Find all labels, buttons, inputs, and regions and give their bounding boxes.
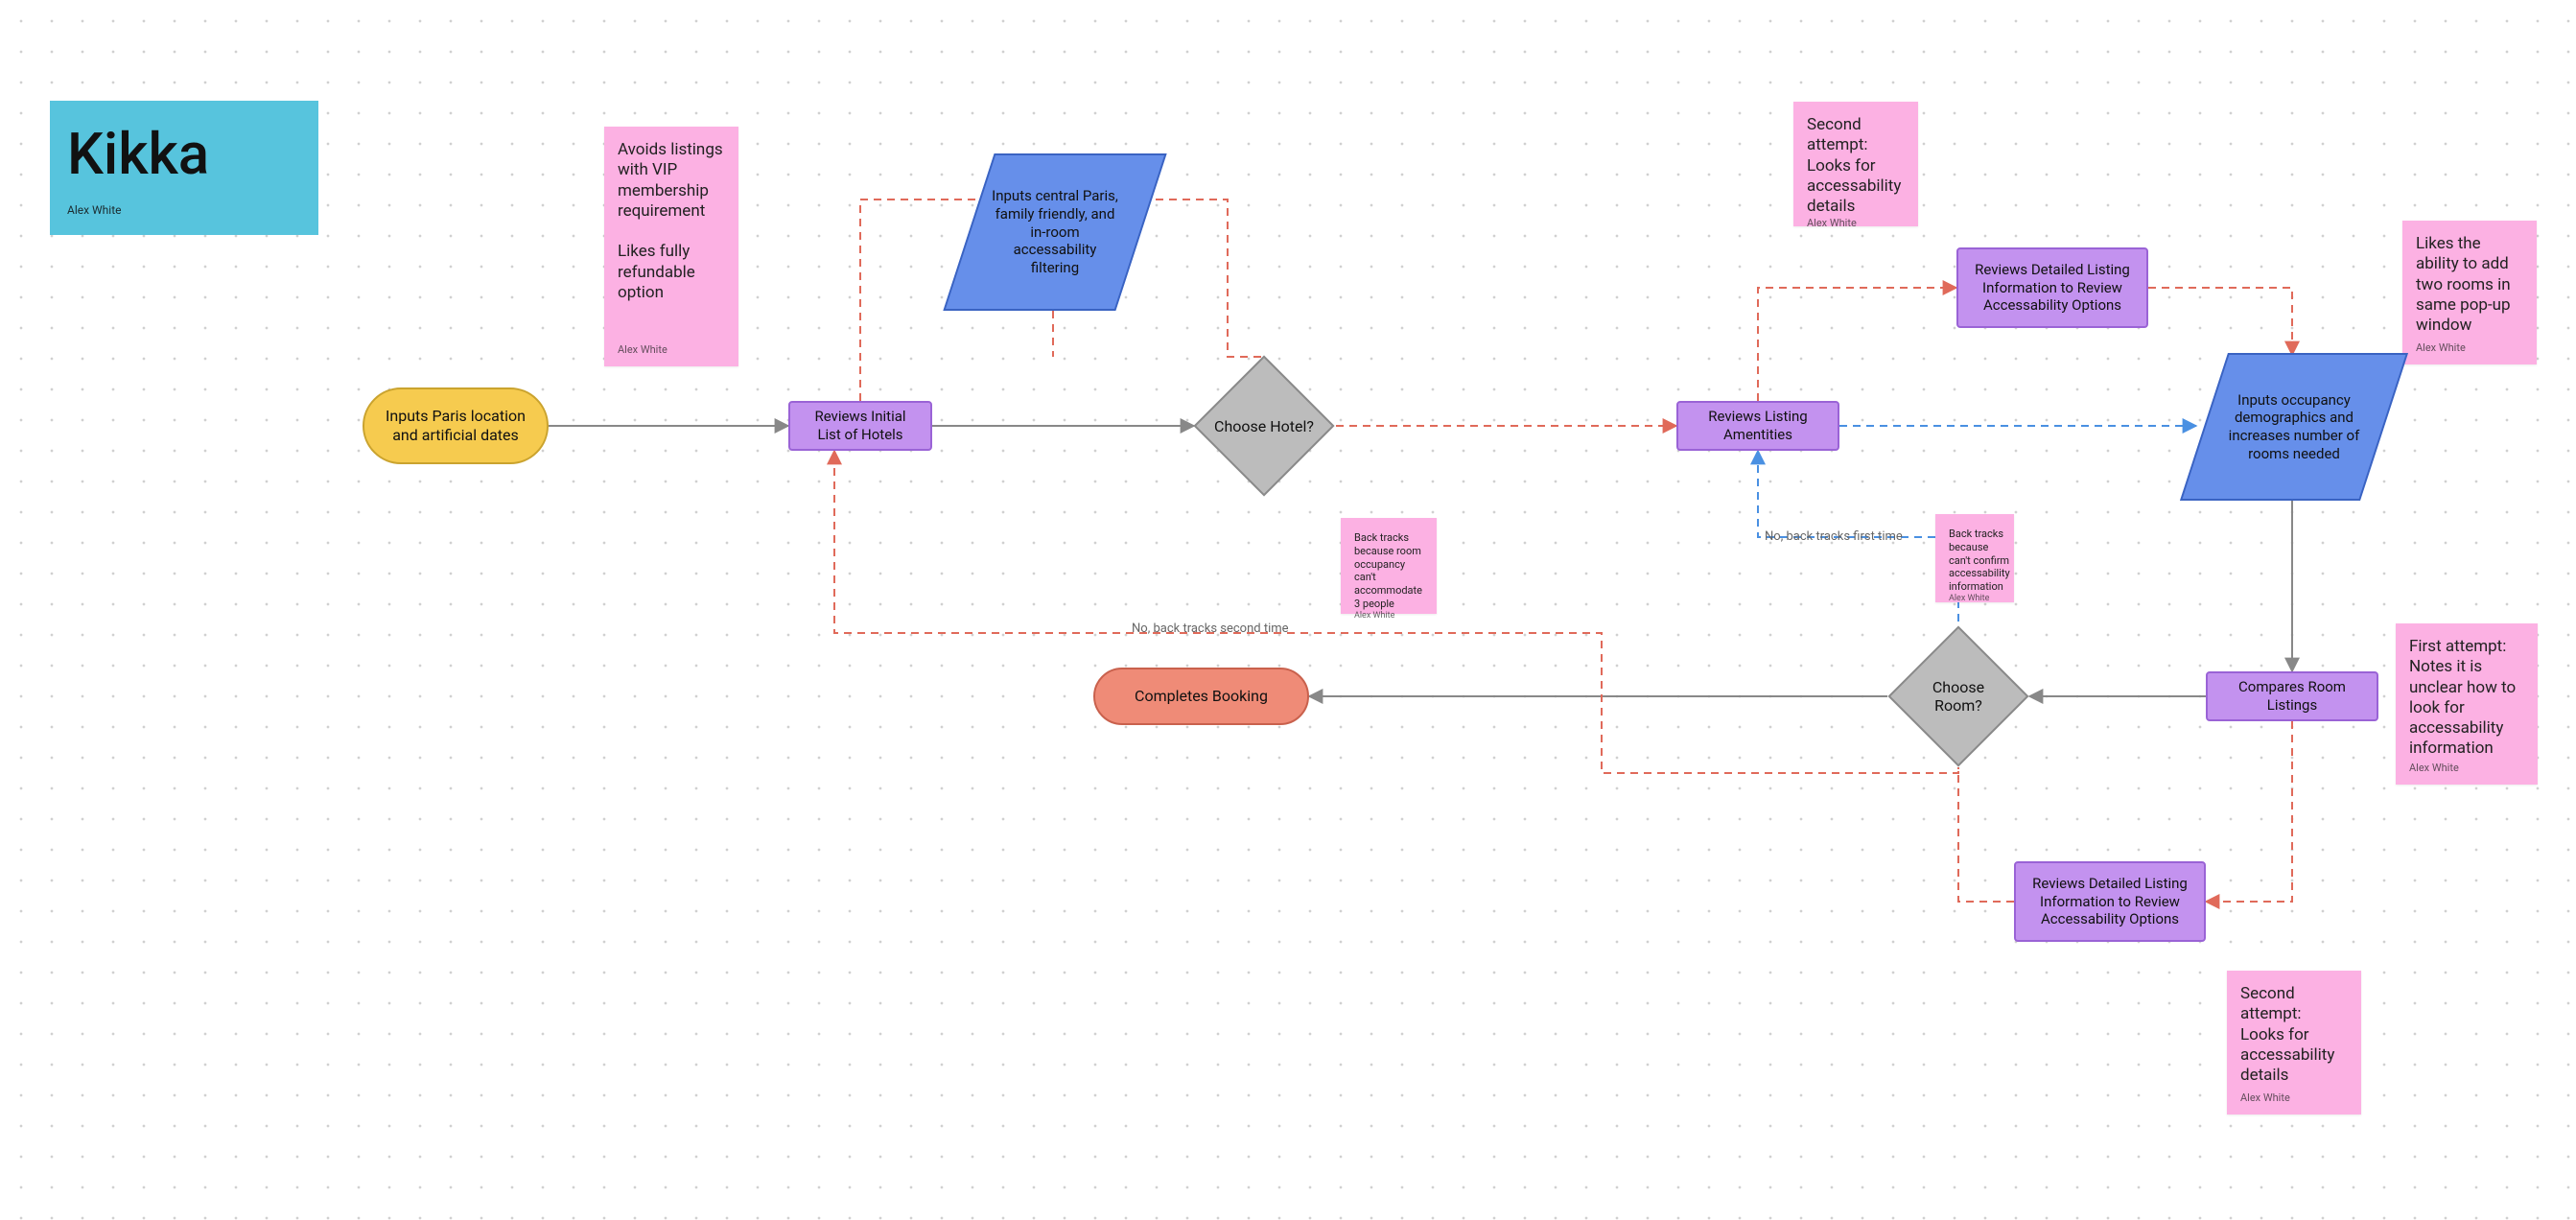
sticky-first-attempt[interactable]: First attempt: Notes it is unclear how t… [2396, 623, 2538, 785]
sticky-text: Back tracks because can't confirm access… [1949, 528, 2010, 594]
sticky-avoids-vip[interactable]: Avoids listings with VIP membership requ… [604, 127, 738, 366]
node-label: Inputs occupancy demographics and increa… [2204, 353, 2384, 501]
node-label: Reviews Listing Amentities [1692, 408, 1824, 444]
node-reviews-initial[interactable]: Reviews Initial List of Hotels [788, 401, 932, 451]
diagram-canvas[interactable]: Kikka Alex White Avoids listings with VI… [0, 0, 2576, 1220]
node-label: Choose Room? [1909, 646, 2008, 746]
sticky-backtrack-access[interactable]: Back tracks because can't confirm access… [1935, 514, 2014, 602]
sticky-text: Second attempt: Looks for accessability … [1807, 115, 1905, 217]
title-text: Kikka [67, 118, 209, 190]
node-choose-hotel[interactable]: Choose Hotel? [1214, 376, 1314, 476]
node-reviews-detail-lower[interactable]: Reviews Detailed Listing Information to … [2014, 861, 2206, 942]
sticky-likes-two-rooms[interactable]: Likes the ability to add two rooms in sa… [2402, 221, 2537, 364]
sticky-author: Alex White [2409, 762, 2459, 775]
sticky-author: Alex White [1807, 217, 1857, 230]
node-label: Inputs central Paris, family friendly, a… [969, 153, 1141, 311]
sticky-author: Alex White [1949, 594, 1989, 604]
node-label: Inputs Paris location and artificial dat… [386, 407, 526, 445]
node-compares-rooms[interactable]: Compares Room Listings [2206, 671, 2378, 721]
node-label: Compares Room Listings [2221, 678, 2363, 715]
sticky-text: Back tracks because room occupancy can't… [1354, 531, 1423, 611]
node-inputs-occupancy[interactable]: Inputs occupancy demographics and increa… [2204, 353, 2384, 501]
sticky-text: Avoids listings with VIP membership requ… [618, 140, 725, 303]
sticky-text: Second attempt: Looks for accessability … [2240, 984, 2348, 1086]
sticky-author: Alex White [1354, 611, 1394, 622]
node-label: Reviews Detailed Listing Information to … [1972, 261, 2133, 315]
title-card[interactable]: Kikka Alex White [50, 101, 318, 235]
edge-label-no-second: No, back tracks second time [1132, 622, 1289, 636]
sticky-author: Alex White [2416, 341, 2466, 355]
edge-label-no-first: No, back tracks first time [1765, 529, 1903, 544]
sticky-second-attempt-bottom[interactable]: Second attempt: Looks for accessability … [2227, 971, 2361, 1114]
node-completes-booking[interactable]: Completes Booking [1093, 668, 1309, 725]
node-label: Choose Hotel? [1214, 376, 1314, 476]
sticky-text: First attempt: Notes it is unclear how t… [2409, 637, 2524, 760]
node-reviews-amenities[interactable]: Reviews Listing Amentities [1676, 401, 1839, 451]
sticky-backtrack-occupancy[interactable]: Back tracks because room occupancy can't… [1341, 518, 1437, 614]
node-reviews-detail-upper[interactable]: Reviews Detailed Listing Information to … [1956, 247, 2148, 328]
sticky-second-attempt-top[interactable]: Second attempt: Looks for accessability … [1793, 102, 1918, 226]
node-start[interactable]: Inputs Paris location and artificial dat… [363, 387, 549, 464]
node-choose-room[interactable]: Choose Room? [1909, 646, 2008, 746]
title-author: Alex White [67, 203, 122, 218]
sticky-author: Alex White [618, 343, 667, 357]
sticky-text: Likes the ability to add two rooms in sa… [2416, 234, 2523, 336]
node-label: Reviews Initial List of Hotels [804, 408, 917, 444]
edges-layer [0, 0, 2576, 1220]
node-input-filters[interactable]: Inputs central Paris, family friendly, a… [969, 153, 1141, 311]
node-label: Reviews Detailed Listing Information to … [2029, 875, 2190, 928]
node-label: Completes Booking [1135, 687, 1268, 706]
sticky-author: Alex White [2240, 1091, 2290, 1105]
